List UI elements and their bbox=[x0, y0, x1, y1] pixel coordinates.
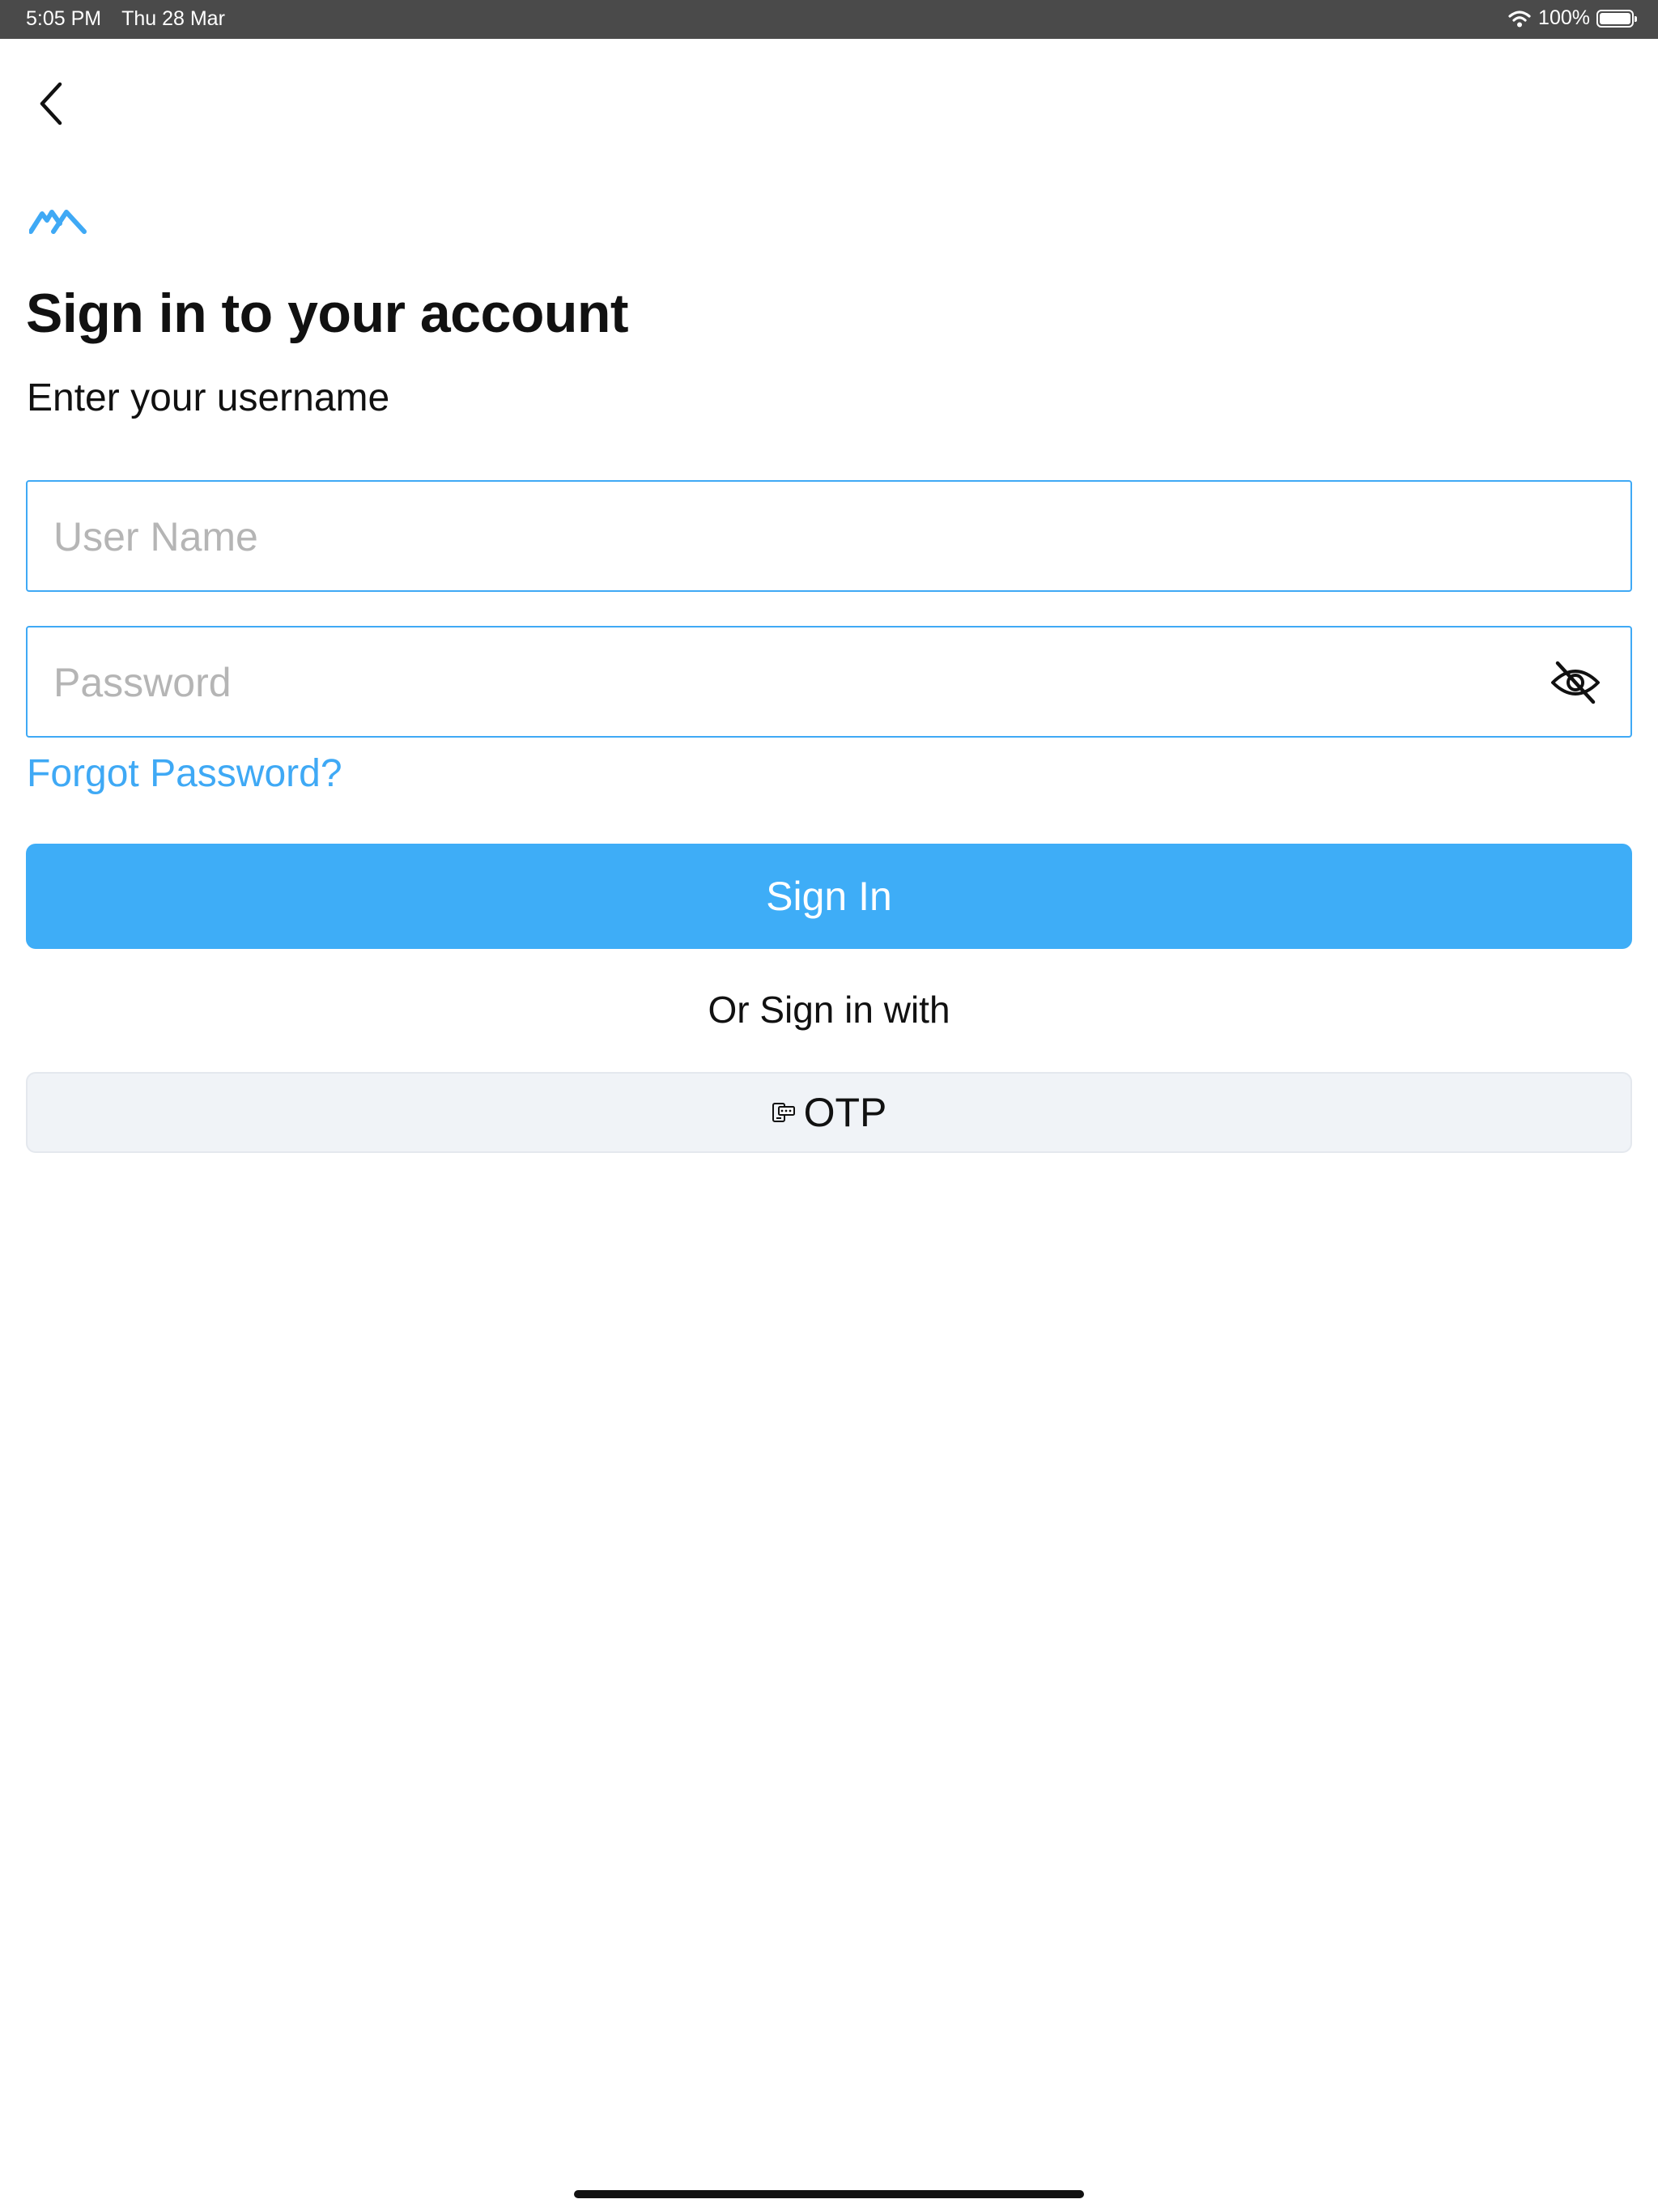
otp-button[interactable]: OTP bbox=[26, 1072, 1632, 1153]
status-date: Thu 28 Mar bbox=[121, 7, 225, 30]
battery-icon bbox=[1596, 9, 1637, 28]
sign-in-label: Sign In bbox=[766, 874, 892, 919]
sign-in-button[interactable]: Sign In bbox=[26, 844, 1632, 949]
page-subtitle: Enter your username bbox=[27, 376, 390, 419]
eye-off-icon[interactable] bbox=[1550, 658, 1601, 707]
password-field-container bbox=[26, 626, 1632, 738]
username-field-container bbox=[26, 480, 1632, 592]
battery-fill bbox=[1600, 12, 1630, 24]
keypad-phone-icon bbox=[772, 1103, 795, 1122]
password-input[interactable] bbox=[52, 627, 1533, 738]
otp-label: OTP bbox=[803, 1090, 887, 1135]
wifi-icon bbox=[1508, 10, 1531, 27]
brand-logo bbox=[29, 210, 87, 234]
username-input[interactable] bbox=[52, 482, 1533, 592]
status-time-date: 5:05 PM Thu 28 Mar bbox=[26, 7, 225, 31]
back-button[interactable] bbox=[32, 78, 73, 130]
status-indicators: 100% bbox=[1507, 6, 1637, 30]
page-title: Sign in to your account bbox=[26, 283, 629, 344]
battery-percent: 100% bbox=[1538, 6, 1590, 29]
home-indicator[interactable] bbox=[574, 2190, 1084, 2198]
status-bar: 5:05 PM Thu 28 Mar 100% bbox=[0, 0, 1658, 39]
forgot-password-link[interactable]: Forgot Password? bbox=[27, 751, 342, 796]
status-time: 5:05 PM bbox=[26, 7, 102, 30]
alt-signin-label: Or Sign in with bbox=[708, 989, 950, 1031]
